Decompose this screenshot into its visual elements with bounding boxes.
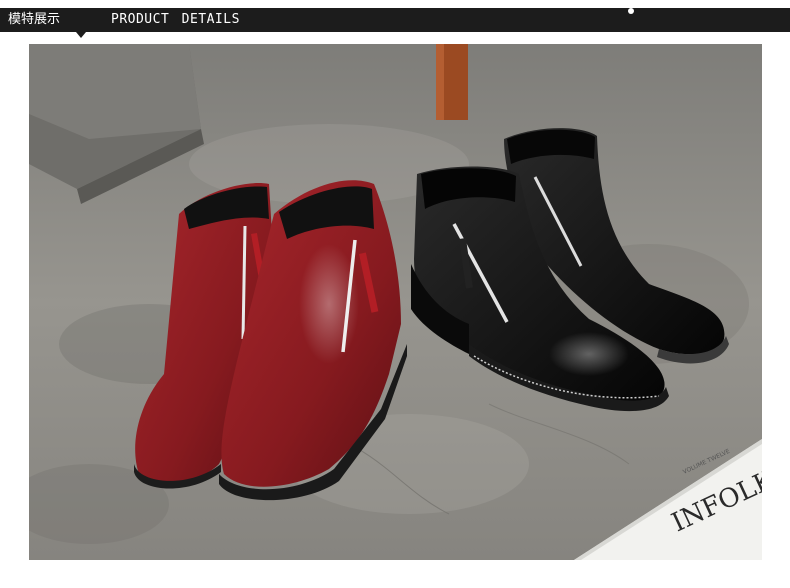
header-notch-icon xyxy=(76,32,86,38)
section-header-bar: 模特展示 PRODUCT DETAILS xyxy=(0,8,790,38)
section-title-en: PRODUCT DETAILS xyxy=(111,12,240,27)
section-title-cn: 模特展示 xyxy=(8,12,61,27)
product-photo: INFOLK VOLUME TWELVE xyxy=(29,44,762,560)
product-detail-page: 模特展示 PRODUCT DETAILS INFOLK VOLUME TWELV… xyxy=(0,0,790,588)
boots-photo-illustration: INFOLK VOLUME TWELVE xyxy=(29,44,762,560)
header-dot-icon xyxy=(628,8,634,14)
